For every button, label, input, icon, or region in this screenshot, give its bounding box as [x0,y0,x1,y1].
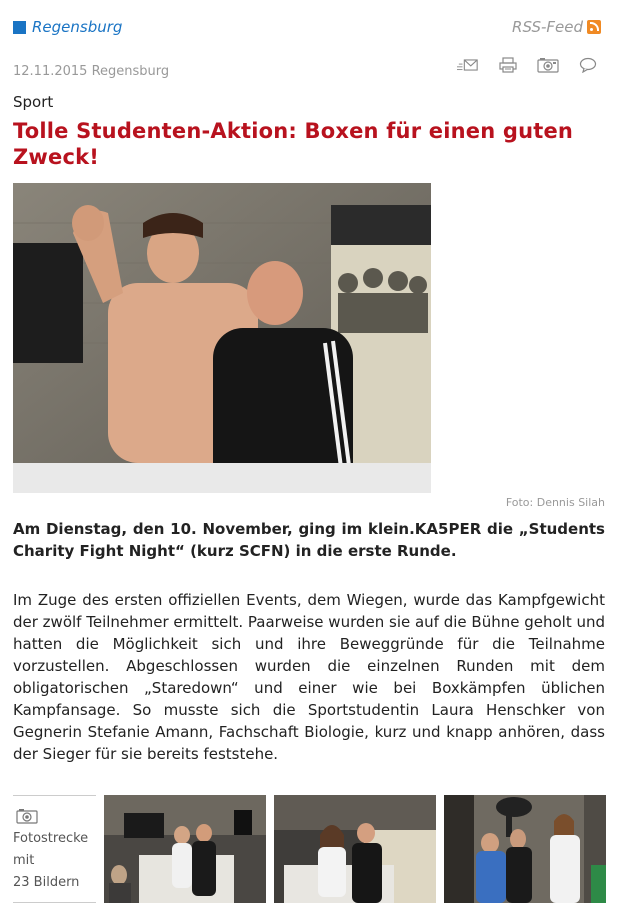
gallery-thumbnail[interactable] [444,795,606,903]
comment-icon[interactable] [577,56,599,74]
article-tools [457,56,599,74]
gallery-thumbnail[interactable] [104,795,266,903]
photo-gallery: Fotostrecke mit 23 Bildern [13,795,606,905]
rss-feed-link[interactable]: RSS-Feed [512,18,601,36]
location-link[interactable]: Regensburg [32,18,122,36]
article-category: Sport [13,93,54,111]
location-square-icon [13,20,26,34]
camera-icon[interactable] [537,56,559,74]
gallery-label-line1: Fotostrecke [13,831,89,846]
article-hero-image[interactable] [13,183,431,493]
article-lead: Am Dienstag, den 10. November, ging im k… [13,520,605,560]
article-body: Im Zuge des ersten offiziellen Events, d… [13,591,606,763]
location-link-wrap[interactable]: Regensburg [13,18,122,36]
article-meta: 12.11.2015 Regensburg [13,57,601,80]
date-line: 12.11.2015 Regensburg [13,64,170,79]
email-icon[interactable] [457,56,479,74]
article-headline: Tolle Studenten-Aktion: Boxen für einen … [13,119,574,169]
rss-icon[interactable] [587,20,601,34]
camera-icon [16,809,38,824]
gallery-label-line3: 23 Bildern [13,875,80,890]
rss-feed-label[interactable]: RSS-Feed [512,18,583,36]
top-bar: Regensburg RSS-Feed [13,18,601,40]
photo-caption: Foto: Dennis Silah [505,496,605,509]
gallery-info[interactable]: Fotostrecke mit 23 Bildern [13,795,96,903]
gallery-thumbnail[interactable] [274,795,436,903]
gallery-label-line2: mit [13,853,35,868]
print-icon[interactable] [497,56,519,74]
